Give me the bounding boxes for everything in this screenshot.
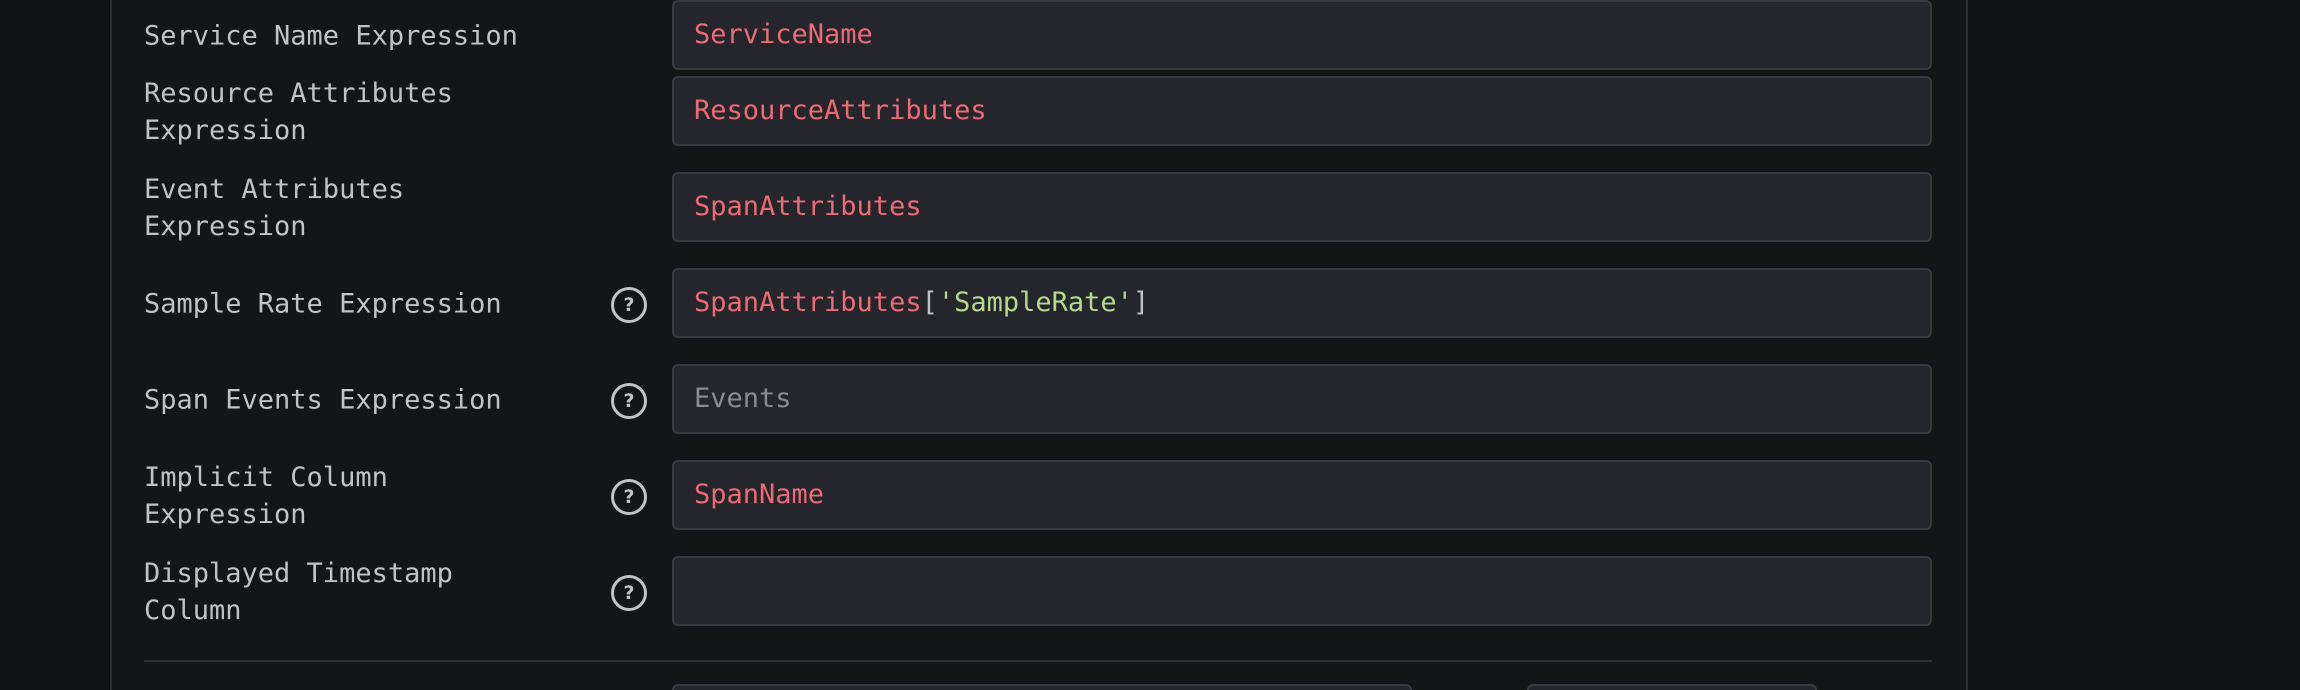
help-icon[interactable]: ? [611, 287, 647, 323]
expression-token: ] [1132, 287, 1150, 318]
expression-token: ServiceName [694, 19, 873, 50]
event-attributes-expression-input[interactable]: SpanAttributes [672, 172, 1932, 242]
field-label: Displayed Timestamp Column [144, 558, 453, 626]
displayed-timestamp-column-input[interactable] [672, 556, 1932, 626]
help-icon[interactable]: ? [611, 383, 647, 419]
field-label: Service Name Expression [144, 20, 518, 52]
help-icon[interactable]: ? [611, 575, 647, 611]
field-label: Span Events Expression [144, 384, 502, 416]
field-row-event-attributes-expression: Event Attributes Expression SpanAttribute… [112, 172, 1966, 244]
expression-token: [ [921, 287, 938, 318]
service-name-expression-input[interactable]: ServiceName [672, 0, 1932, 70]
field-row-displayed-timestamp-column: Displayed Timestamp Column? [112, 556, 1966, 628]
field-row-span-events-expression: Span Events Expression? Events [112, 364, 1966, 436]
help-icon[interactable]: ? [611, 479, 647, 515]
field-label: Resource Attributes Expression [144, 78, 453, 146]
expression-token: SpanAttributes [694, 191, 922, 222]
field-label: Implicit Column Expression [144, 462, 388, 530]
field-row-implicit-column-expression: Implicit Column Expression? SpanName [112, 460, 1966, 532]
expression-token: 'SampleRate' [937, 287, 1133, 318]
implicit-column-expression-input[interactable]: SpanName [672, 460, 1932, 530]
field-label: Event Attributes Expression [144, 174, 405, 242]
resource-attributes-expression-input[interactable]: ResourceAttributes [672, 76, 1932, 146]
field-row-resource-attributes-expression: Resource Attributes Expression ResourceAt… [112, 76, 1966, 148]
input-placeholder: Events [694, 383, 792, 414]
next-section-select[interactable] [1527, 684, 1817, 690]
span-events-expression-input[interactable]: Events [672, 364, 1932, 434]
expression-token: SpanAttributes [694, 287, 922, 318]
source-settings-panel: Service Name Expression ServiceName Resour… [110, 0, 1968, 690]
section-divider [144, 660, 1932, 662]
expression-token: SpanName [694, 479, 825, 510]
field-row-sample-rate-expression: Sample Rate Expression? SpanAttributes['S… [112, 268, 1966, 340]
expression-token: ResourceAttributes [694, 95, 987, 126]
field-label: Sample Rate Expression [144, 288, 502, 320]
sample-rate-expression-input[interactable]: SpanAttributes['SampleRate'] [672, 268, 1932, 338]
field-row-service-name-expression: Service Name Expression ServiceName [112, 0, 1966, 72]
next-section-input[interactable] [672, 684, 1412, 690]
